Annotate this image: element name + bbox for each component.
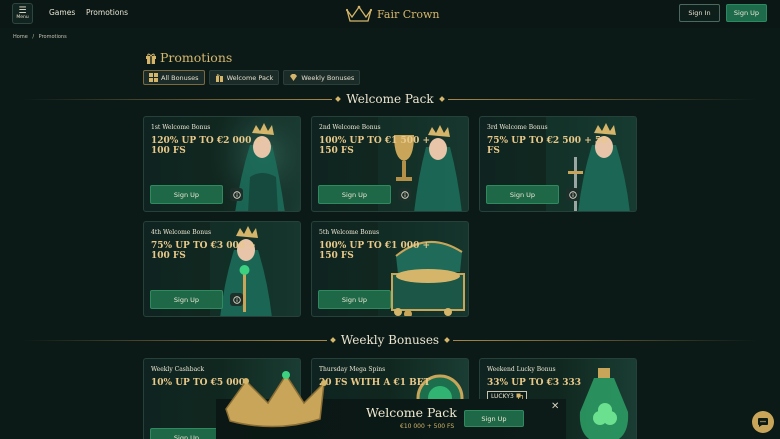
card-offer: 100% UP TO €1 000 + 150 FS (319, 241, 431, 261)
diamond-icon (290, 74, 298, 81)
chat-icon (758, 418, 768, 427)
page-title: Promotions (145, 50, 232, 65)
top-header: ☰ Menu Games Promotions Fair Crown Sign … (0, 0, 780, 28)
card-title: 2nd Welcome Bonus (319, 124, 381, 131)
breadcrumb: Home / Promotions (13, 34, 70, 40)
menu-label: Menu (16, 14, 29, 20)
section-title: Welcome Pack (346, 92, 434, 106)
bonus-card-5: 5th Welcome Bonus 100% UP TO €1 000 + 15… (311, 221, 469, 317)
popup-sign-up-button[interactable]: Sign Up (464, 410, 524, 427)
card-title: 5th Welcome Bonus (319, 229, 380, 236)
card-sign-up-button[interactable]: Sign Up (150, 290, 223, 309)
gift-icon (146, 53, 156, 64)
bonus-card-4: 4th Welcome Bonus 75% UP TO €3 000 + 100… (143, 221, 301, 317)
card-sign-up-button[interactable]: Sign Up (150, 185, 223, 204)
nav-promotions[interactable]: Promotions (86, 8, 128, 17)
logo-text: Fair Crown (377, 7, 440, 21)
diamond-ornament-icon (438, 96, 445, 102)
card-sign-up-button[interactable]: Sign Up (318, 290, 391, 309)
popup-subtitle: €10 000 + 500 FS (400, 423, 455, 430)
bonus-card-2: 2nd Welcome Bonus 100% UP TO €1 500 + 15… (311, 116, 469, 212)
queen-sword-image (546, 117, 636, 211)
card-offer: 33% UP TO €3 333 (487, 378, 582, 388)
bonus-card-3: 3rd Welcome Bonus 75% UP TO €2 500 + 50 … (479, 116, 637, 212)
diamond-ornament-icon (335, 96, 342, 102)
card-title: 1st Welcome Bonus (151, 124, 211, 131)
card-offer: 20 FS WITH A €1 BET (319, 378, 431, 388)
card-offer: 100% UP TO €1 500 + 150 FS (319, 136, 431, 156)
bonus-card-1: 1st Welcome Bonus 120% UP TO €2 000 + 10… (143, 116, 301, 212)
card-offer: 75% UP TO €3 000 + 100 FS (151, 241, 256, 261)
sign-up-button[interactable]: Sign Up (726, 4, 767, 22)
info-button[interactable] (398, 188, 411, 201)
info-icon (400, 190, 409, 199)
filter-all-bonuses[interactable]: All Bonuses (143, 70, 205, 85)
filter-label: Welcome Pack (226, 73, 274, 82)
breadcrumb-current: Promotions (38, 34, 67, 40)
diamond-ornament-icon (444, 337, 450, 343)
crown-icon (345, 5, 373, 22)
filter-bar: All Bonuses Welcome Pack Weekly Bonuses (143, 70, 361, 85)
divider (453, 339, 758, 341)
section-title: Weekly Bonuses (340, 333, 440, 347)
card-sign-up-button[interactable]: Sign Up (486, 185, 559, 204)
card-title: 4th Welcome Bonus (151, 229, 212, 236)
nav-games[interactable]: Games (49, 8, 75, 17)
diamond-ornament-icon (330, 337, 336, 343)
divider (22, 339, 327, 341)
logo[interactable]: Fair Crown (345, 4, 440, 24)
divider (22, 98, 333, 100)
card-title: Weekly Cashback (151, 366, 205, 373)
hamburger-icon: ☰ (18, 5, 27, 16)
close-icon[interactable]: ✕ (551, 401, 559, 412)
queen-trophy-image (378, 117, 468, 211)
queen-portrait-image (210, 117, 300, 211)
filter-label: All Bonuses (161, 73, 199, 82)
menu-button[interactable]: ☰ Menu (12, 3, 33, 24)
card-title: 3rd Welcome Bonus (487, 124, 548, 131)
info-button[interactable] (566, 188, 579, 201)
info-icon (232, 295, 241, 304)
card-sign-up-button[interactable]: Sign Up (150, 428, 223, 439)
queen-scepter-image (210, 222, 300, 316)
page-title-text: Promotions (160, 50, 233, 65)
info-icon (232, 190, 241, 199)
popup-title: Welcome Pack (366, 405, 457, 420)
divider (447, 98, 758, 100)
section-heading-welcome: Welcome Pack (22, 91, 758, 107)
golden-crown-image (225, 371, 327, 428)
filter-label: Weekly Bonuses (301, 73, 355, 82)
card-offer: 120% UP TO €2 000 + 100 FS (151, 136, 263, 156)
info-button[interactable] (230, 188, 243, 201)
sign-in-button[interactable]: Sign In (679, 4, 720, 22)
chat-button[interactable] (752, 411, 774, 433)
welcome-pack-popup: Welcome Pack €10 000 + 500 FS Sign Up ✕ (216, 371, 566, 439)
gift-icon (215, 74, 223, 82)
treasure-chest-image (378, 222, 468, 316)
card-title: Weekend Lucky Bonus (487, 366, 556, 373)
info-button[interactable] (230, 293, 243, 306)
card-sign-up-button[interactable]: Sign Up (318, 185, 391, 204)
grid-icon (149, 73, 158, 82)
filter-weekly-bonuses[interactable]: Weekly Bonuses (283, 70, 361, 85)
filter-welcome-pack[interactable]: Welcome Pack (208, 70, 280, 85)
breadcrumb-separator: / (32, 34, 35, 40)
card-offer: 75% UP TO €2 500 + 50 FS (487, 136, 608, 156)
breadcrumb-home[interactable]: Home (13, 34, 28, 40)
info-icon (568, 190, 577, 199)
section-heading-weekly: Weekly Bonuses (22, 332, 758, 348)
